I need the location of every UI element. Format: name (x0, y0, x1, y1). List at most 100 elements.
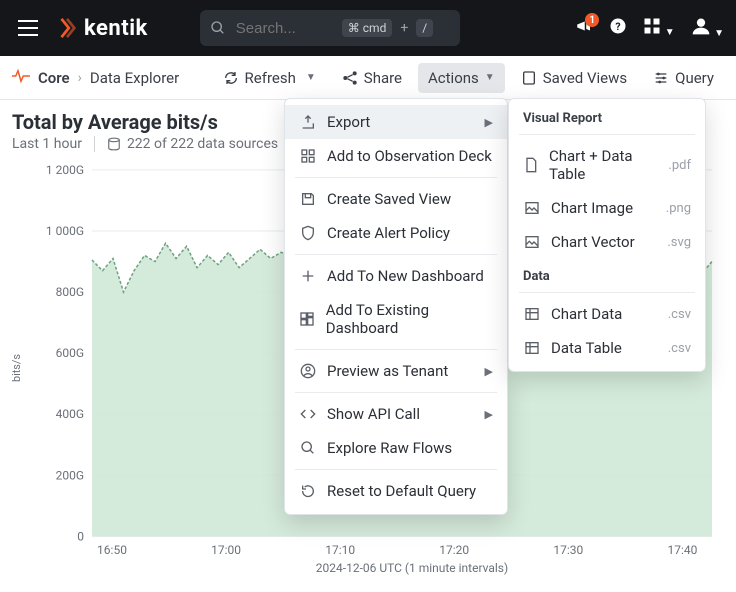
plus-icon (299, 268, 317, 284)
search-icon (210, 20, 226, 36)
chevron-down-icon: ▼ (485, 72, 495, 83)
menu-separator (295, 254, 497, 255)
actions-menu: Export ▶ Add to Observation Deck Create … (284, 98, 508, 515)
menu-add-obs[interactable]: Add to Observation Deck (285, 139, 507, 173)
menu-separator (519, 134, 695, 135)
notifications-button[interactable]: 1 (575, 17, 593, 39)
user-menu[interactable]: ▼ (691, 16, 724, 40)
svg-text:800G: 800G (56, 285, 84, 299)
breadcrumb-page[interactable]: Data Explorer (90, 69, 179, 87)
svg-text:16:50: 16:50 (97, 543, 127, 557)
export-visual-header: Visual Report (509, 105, 705, 130)
search-box[interactable]: ⌘ cmd + / (200, 10, 460, 46)
pulse-icon (12, 69, 30, 87)
svg-text:1 200G: 1 200G (46, 163, 84, 177)
menu-create-alert[interactable]: Create Alert Policy (285, 216, 507, 250)
export-chart-table[interactable]: Chart + Data Table .pdf (509, 139, 705, 191)
refresh-icon (223, 70, 239, 86)
menu-create-saved[interactable]: Create Saved View (285, 182, 507, 216)
document-icon (523, 157, 539, 173)
grid-icon (643, 17, 661, 35)
help-icon: ? (609, 17, 627, 35)
actions-label: Actions (428, 69, 479, 87)
menu-add-existing-dash[interactable]: Add To Existing Dashboard (285, 293, 507, 345)
divider (94, 136, 95, 152)
svg-text:200G: 200G (56, 468, 84, 482)
table-icon (523, 340, 541, 356)
search-input[interactable] (234, 19, 334, 38)
help-button[interactable]: ? (609, 17, 627, 39)
query-button[interactable]: Query (643, 63, 724, 93)
chevron-right-icon: ▶ (485, 408, 493, 421)
dashboard-icon (299, 311, 316, 327)
svg-text:400G: 400G (56, 407, 84, 421)
bookmark-icon (521, 70, 537, 86)
kbd-slash: / (416, 19, 433, 37)
x-axis-caption: 2024-12-06 UTC (1 minute intervals) (316, 561, 508, 575)
code-icon (299, 406, 317, 422)
menu-show-api[interactable]: Show API Call ▶ (285, 397, 507, 431)
shield-icon (299, 225, 317, 241)
data-sources: 222 of 222 data sources (127, 136, 278, 152)
svg-text:1 000G: 1 000G (46, 224, 84, 238)
export-chart-data[interactable]: Chart Data .csv (509, 297, 705, 331)
hamburger-menu[interactable] (12, 12, 44, 44)
y-axis-label: bits/s (12, 354, 23, 382)
time-range: Last 1 hour (12, 136, 82, 152)
query-label: Query (675, 69, 714, 87)
topbar-right: 1 ? ▼ ▼ (575, 16, 724, 40)
user-icon (691, 16, 711, 36)
brand-icon (56, 17, 78, 39)
brand-text: kentik (84, 16, 148, 41)
refresh-button[interactable]: Refresh ▼ (213, 63, 326, 93)
apps-button[interactable]: ▼ (643, 17, 674, 39)
export-data-table[interactable]: Data Table .csv (509, 331, 705, 365)
menu-export[interactable]: Export ▶ (285, 105, 507, 139)
database-icon (107, 137, 121, 151)
refresh-label: Refresh (245, 69, 296, 87)
svg-text:17:30: 17:30 (553, 543, 583, 557)
export-icon (299, 114, 317, 130)
svg-text:17:20: 17:20 (439, 543, 469, 557)
menu-reset[interactable]: Reset to Default Query (285, 474, 507, 508)
export-chart-image[interactable]: Chart Image .png (509, 191, 705, 225)
breadcrumb-root[interactable]: Core (38, 69, 70, 87)
image-icon (523, 234, 541, 250)
svg-text:0: 0 (77, 529, 84, 543)
sub-actions: Refresh ▼ Share Actions ▼ Saved Views Qu… (213, 63, 724, 93)
chevron-right-icon: ▶ (485, 116, 493, 129)
table-icon (523, 306, 541, 322)
menu-add-new-dash[interactable]: Add To New Dashboard (285, 259, 507, 293)
chevron-down-icon[interactable]: ▼ (306, 72, 316, 83)
svg-text:17:10: 17:10 (325, 543, 355, 557)
menu-explore-raw[interactable]: Explore Raw Flows (285, 431, 507, 465)
svg-text:600G: 600G (56, 346, 84, 360)
svg-text:17:00: 17:00 (211, 543, 241, 557)
kbd-cmd: ⌘ cmd (342, 19, 393, 37)
export-submenu: Visual Report Chart + Data Table .pdf Ch… (508, 98, 706, 372)
brand-logo[interactable]: kentik (56, 16, 148, 41)
hamburger-icon (18, 20, 38, 36)
menu-separator (295, 349, 497, 350)
svg-text:?: ? (616, 20, 621, 33)
share-label: Share (364, 69, 402, 87)
topbar: kentik ⌘ cmd + / 1 ? ▼ ▼ (0, 0, 736, 56)
save-icon (299, 191, 317, 207)
sliders-icon (653, 70, 669, 86)
menu-separator (295, 469, 497, 470)
user-circle-icon (299, 363, 317, 379)
menu-separator (295, 177, 497, 178)
menu-separator (295, 392, 497, 393)
actions-button[interactable]: Actions ▼ (418, 63, 505, 93)
reset-icon (299, 483, 317, 499)
export-chart-vector[interactable]: Chart Vector .svg (509, 225, 705, 259)
chevron-right-icon: ▶ (485, 365, 493, 378)
zoom-icon (299, 440, 317, 456)
grid-icon (299, 148, 317, 164)
menu-preview-tenant[interactable]: Preview as Tenant ▶ (285, 354, 507, 388)
svg-text:17:40: 17:40 (667, 543, 697, 557)
share-button[interactable]: Share (332, 63, 412, 93)
share-icon (342, 70, 358, 86)
saved-views-button[interactable]: Saved Views (511, 63, 637, 93)
kbd-plus: + (400, 20, 408, 36)
